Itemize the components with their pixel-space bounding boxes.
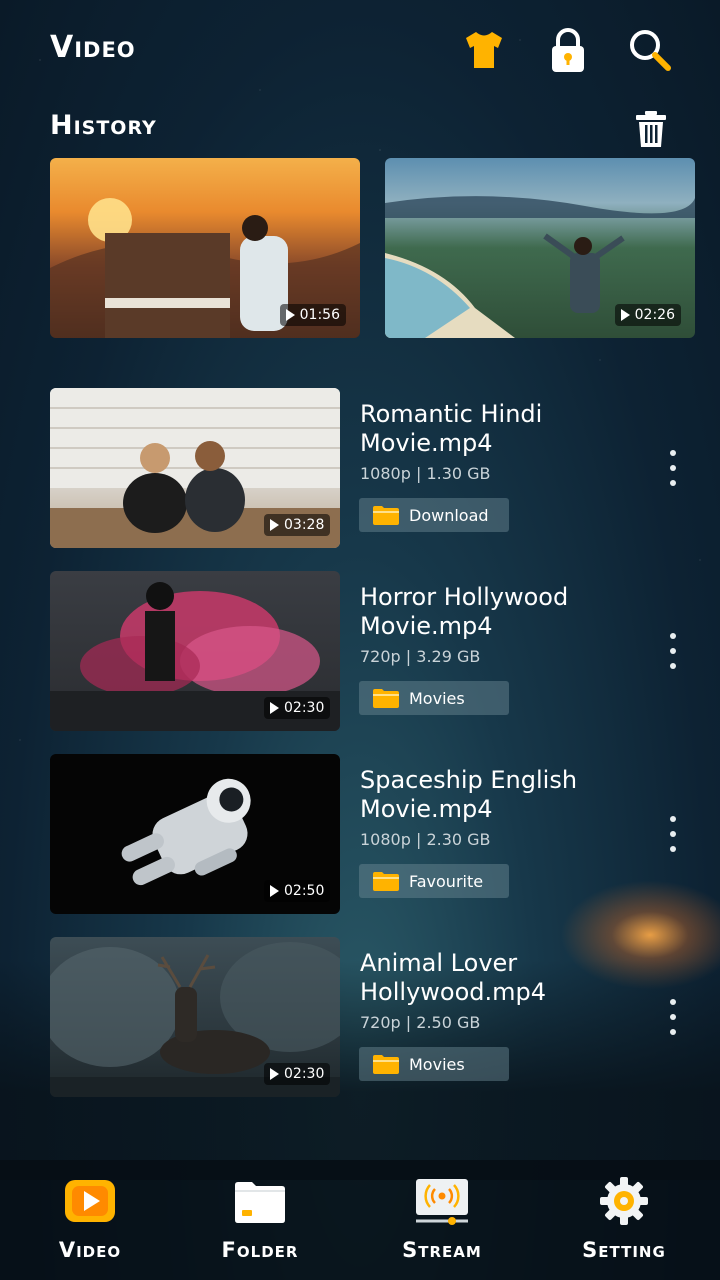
folder-chip[interactable]: Favourite — [359, 864, 509, 898]
video-meta: 720p | 2.50 GB — [360, 1013, 481, 1032]
nav-label: Stream — [402, 1238, 482, 1262]
folder-icon — [235, 1182, 285, 1223]
nav-label: Folder — [221, 1238, 299, 1262]
more-options-icon[interactable] — [668, 999, 678, 1035]
duration-badge: 02:50 — [264, 880, 331, 902]
duration-badge: 02:30 — [264, 1063, 331, 1085]
play-icon — [620, 309, 630, 321]
video-meta: 1080p | 1.30 GB — [360, 464, 491, 483]
history-card[interactable]: 01:56 — [50, 158, 360, 338]
more-options-icon[interactable] — [668, 633, 678, 669]
play-icon — [270, 885, 279, 897]
play-icon — [270, 702, 279, 714]
folder-icon — [373, 1055, 399, 1074]
duration-badge: 02:26 — [614, 304, 681, 326]
list-item[interactable]: 02:50 Spaceship English Movie.mp4 1080p … — [50, 754, 700, 914]
history-title: History — [50, 110, 157, 141]
nav-label: Video — [58, 1238, 122, 1262]
video-title: Horror Hollywood Movie.mp4 — [360, 583, 569, 640]
video-meta: 1080p | 2.30 GB — [360, 830, 491, 849]
video-title: Animal Lover Hollywood.mp4 — [360, 949, 547, 1006]
video-title: Romantic Hindi Movie.mp4 — [360, 400, 543, 457]
trash-icon[interactable] — [634, 110, 668, 148]
more-options-icon[interactable] — [668, 450, 678, 486]
list-item[interactable]: 02:30 Horror Hollywood Movie.mp4 720p | … — [50, 571, 700, 731]
play-icon — [270, 1068, 279, 1080]
play-icon — [270, 519, 279, 531]
folder-chip[interactable]: Download — [359, 498, 509, 532]
lock-icon[interactable] — [546, 28, 590, 72]
nav-item-folder[interactable]: Folder — [170, 1160, 350, 1280]
video-title: Spaceship English Movie.mp4 — [360, 766, 578, 823]
list-item[interactable]: 03:28 Romantic Hindi Movie.mp4 1080p | 1… — [50, 388, 700, 548]
nav-item-stream[interactable]: Stream — [352, 1160, 532, 1280]
duration-badge: 01:56 — [279, 304, 346, 326]
video-play-icon — [65, 1180, 115, 1222]
folder-chip[interactable]: Movies — [359, 1047, 509, 1081]
more-options-icon[interactable] — [668, 816, 678, 852]
app-header: Video — [50, 28, 680, 78]
stream-icon — [416, 1179, 468, 1225]
nav-label: Setting — [582, 1238, 666, 1262]
theme-shirt-icon[interactable] — [462, 28, 506, 72]
gear-icon — [600, 1177, 648, 1225]
video-meta: 720p | 3.29 GB — [360, 647, 481, 666]
folder-icon — [373, 689, 399, 708]
folder-icon — [373, 872, 399, 891]
folder-icon — [373, 506, 399, 525]
search-icon[interactable] — [628, 28, 672, 72]
play-icon — [285, 309, 295, 321]
history-card[interactable]: 02:26 — [385, 158, 695, 338]
list-item[interactable]: 02:30 Animal Lover Hollywood.mp4 720p | … — [50, 937, 700, 1097]
nav-item-setting[interactable]: Setting — [534, 1160, 714, 1280]
duration-badge: 02:30 — [264, 697, 331, 719]
nav-item-video[interactable]: Video — [0, 1160, 180, 1280]
bottom-nav: Video Folder Stream Setting — [0, 1160, 720, 1280]
duration-badge: 03:28 — [264, 514, 331, 536]
page-title: Video — [50, 30, 136, 65]
folder-chip[interactable]: Movies — [359, 681, 509, 715]
